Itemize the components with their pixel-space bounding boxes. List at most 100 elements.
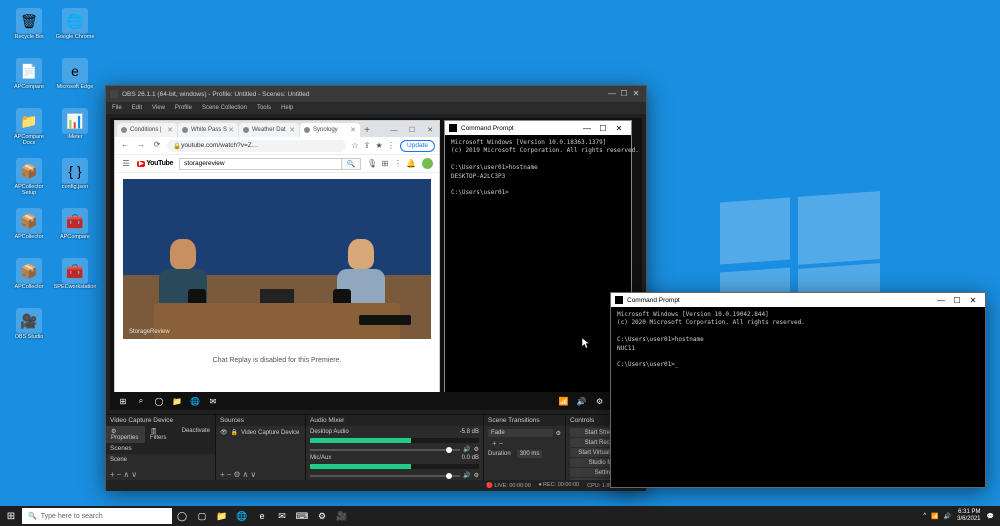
back-button[interactable]: ←: [119, 140, 131, 152]
taskbar-app-icon[interactable]: ✉: [206, 394, 220, 408]
close-button[interactable]: ✕: [611, 124, 627, 133]
menu-tools[interactable]: Tools: [257, 102, 271, 114]
toolbar-icon[interactable]: ★: [374, 141, 384, 151]
taskbar-app-icon[interactable]: 🌐: [188, 394, 202, 408]
taskbar-app-icon[interactable]: 🎥: [332, 506, 352, 526]
desktop-icon[interactable]: 📁APCompare Docs: [8, 108, 50, 154]
gear-icon[interactable]: ⚙: [233, 470, 240, 479]
forward-button[interactable]: →: [135, 140, 147, 152]
browser-tab[interactable]: Weather Dat✕: [239, 123, 299, 137]
reload-button[interactable]: ⟳: [151, 140, 163, 152]
add-icon[interactable]: +: [110, 470, 115, 479]
add-icon[interactable]: +: [220, 470, 225, 479]
yt-header-icon[interactable]: 🎙: [367, 159, 377, 168]
minimize-button[interactable]: —: [606, 89, 618, 99]
close-tab-icon[interactable]: ✕: [167, 126, 173, 134]
desktop-icon[interactable]: 📦APCollector: [8, 258, 50, 304]
remove-icon[interactable]: −: [117, 470, 122, 479]
desktop-icon[interactable]: eMicrosoft Edge: [54, 58, 96, 104]
browser-tab[interactable]: Synology✕: [300, 123, 360, 137]
taskbar-app-icon[interactable]: ⊞: [116, 394, 130, 408]
maximize-button[interactable]: ☐: [403, 123, 421, 137]
volume-slider[interactable]: [446, 473, 452, 479]
desktop-icon[interactable]: { }config.json: [54, 158, 96, 204]
start-button[interactable]: ⊞: [0, 506, 22, 526]
search-button[interactable]: 🔍: [341, 158, 361, 170]
maximize-button[interactable]: ☐: [949, 296, 965, 305]
new-tab-button[interactable]: +: [361, 125, 373, 137]
maximize-button[interactable]: ☐: [618, 89, 630, 99]
tray-icon[interactable]: 🔊: [944, 513, 951, 520]
taskbar-app-icon[interactable]: ⚙: [312, 506, 332, 526]
close-button[interactable]: ✕: [421, 123, 439, 137]
taskbar-app-icon[interactable]: e: [252, 506, 272, 526]
toolbar-icon[interactable]: ☆: [350, 141, 360, 151]
yt-header-icon[interactable]: 🔔: [406, 159, 416, 168]
taskbar-app-icon[interactable]: ◯: [152, 394, 166, 408]
desktop-icon[interactable]: 📦APCollector: [8, 208, 50, 254]
up-icon[interactable]: ∧: [243, 470, 249, 479]
taskbar-app-icon[interactable]: ⌨: [292, 506, 312, 526]
avatar[interactable]: [422, 158, 433, 169]
desktop-icon[interactable]: 🧰APCompare: [54, 208, 96, 254]
menu-file[interactable]: File: [112, 102, 122, 114]
source-tab[interactable]: ⚙ Properties: [106, 426, 145, 443]
add-icon[interactable]: +: [492, 439, 497, 448]
scene-item[interactable]: Scene: [110, 456, 211, 464]
yt-header-icon[interactable]: ⋮: [393, 159, 403, 168]
menu-view[interactable]: View: [152, 102, 165, 114]
cmd-titlebar[interactable]: Command Prompt — ☐ ✕: [445, 121, 631, 135]
desktop-icon[interactable]: 🌐Google Chrome: [54, 8, 96, 54]
maximize-button[interactable]: ☐: [595, 124, 611, 133]
volume-slider[interactable]: [446, 447, 452, 453]
source-item[interactable]: 👁🔒Video Capture Device: [220, 428, 301, 437]
remove-icon[interactable]: −: [499, 439, 504, 448]
close-tab-icon[interactable]: ✕: [350, 126, 356, 134]
duration-value[interactable]: 300 ms: [517, 450, 543, 458]
taskbar-app-icon[interactable]: ▢: [192, 506, 212, 526]
close-button[interactable]: ✕: [630, 89, 642, 99]
transition-mode[interactable]: Fade: [488, 429, 553, 437]
close-button[interactable]: ✕: [965, 296, 981, 305]
host-clock[interactable]: 6:31 PM 3/6/2021: [957, 509, 980, 522]
desktop-icon[interactable]: 📄APCompare: [8, 58, 50, 104]
down-icon[interactable]: ∨: [250, 470, 256, 479]
taskbar-app-icon[interactable]: ✉: [272, 506, 292, 526]
browser-tab[interactable]: White Pass S✕: [178, 123, 238, 137]
gear-icon[interactable]: ⚙: [474, 446, 479, 453]
hamburger-icon[interactable]: ☰: [121, 159, 131, 168]
source-tab[interactable]: Deactivate: [177, 426, 215, 443]
cmd-titlebar[interactable]: Command Prompt — ☐ ✕: [611, 293, 985, 307]
yt-header-icon[interactable]: ⊞: [380, 159, 390, 168]
tray-icon[interactable]: 🔊: [575, 394, 589, 408]
tray-icon[interactable]: 📶: [931, 513, 938, 520]
remove-icon[interactable]: −: [227, 470, 232, 479]
source-tab[interactable]: 🎚 Filters: [145, 426, 177, 443]
close-tab-icon[interactable]: ✕: [289, 126, 295, 134]
desktop-icon[interactable]: 🗑Recycle Bin: [8, 8, 50, 54]
taskbar-app-icon[interactable]: ◯: [172, 506, 192, 526]
tray-icon[interactable]: ^: [923, 513, 926, 520]
cmd-output[interactable]: Microsoft Windows [Version 10.0.18363.13…: [445, 135, 631, 202]
gear-icon[interactable]: ⚙: [556, 430, 561, 437]
browser-tab[interactable]: Conditions |✕: [117, 123, 177, 137]
minimize-button[interactable]: —: [579, 124, 595, 133]
mute-icon[interactable]: 🔊: [463, 446, 470, 453]
taskbar-app-icon[interactable]: 📁: [170, 394, 184, 408]
video-player[interactable]: StorageReview: [123, 179, 431, 339]
desktop-icon[interactable]: 📊iMeter: [54, 108, 96, 154]
youtube-logo[interactable]: ▶YouTube: [137, 160, 173, 167]
taskbar-app-icon[interactable]: 🌐: [232, 506, 252, 526]
search-input[interactable]: [179, 158, 341, 170]
gear-icon[interactable]: ⚙: [474, 472, 479, 479]
obs-preview-canvas[interactable]: Conditions |✕White Pass S✕Weather Dat✕Sy…: [106, 114, 646, 414]
taskbar-app-icon[interactable]: 📁: [212, 506, 232, 526]
mute-icon[interactable]: 🔊: [463, 472, 470, 479]
taskbar-app-icon[interactable]: ⌕: [134, 394, 148, 408]
desktop-icon[interactable]: 🧰SPECworkstation: [54, 258, 96, 304]
up-icon[interactable]: ∧: [123, 470, 129, 479]
close-tab-icon[interactable]: ✕: [228, 126, 234, 134]
notifications-icon[interactable]: 💬: [987, 513, 994, 520]
cmd-output[interactable]: Microsoft Windows [Version 10.0.19042.84…: [611, 307, 985, 374]
address-bar[interactable]: 🔒 youtube.com/watch?v=Z…: [167, 140, 346, 152]
